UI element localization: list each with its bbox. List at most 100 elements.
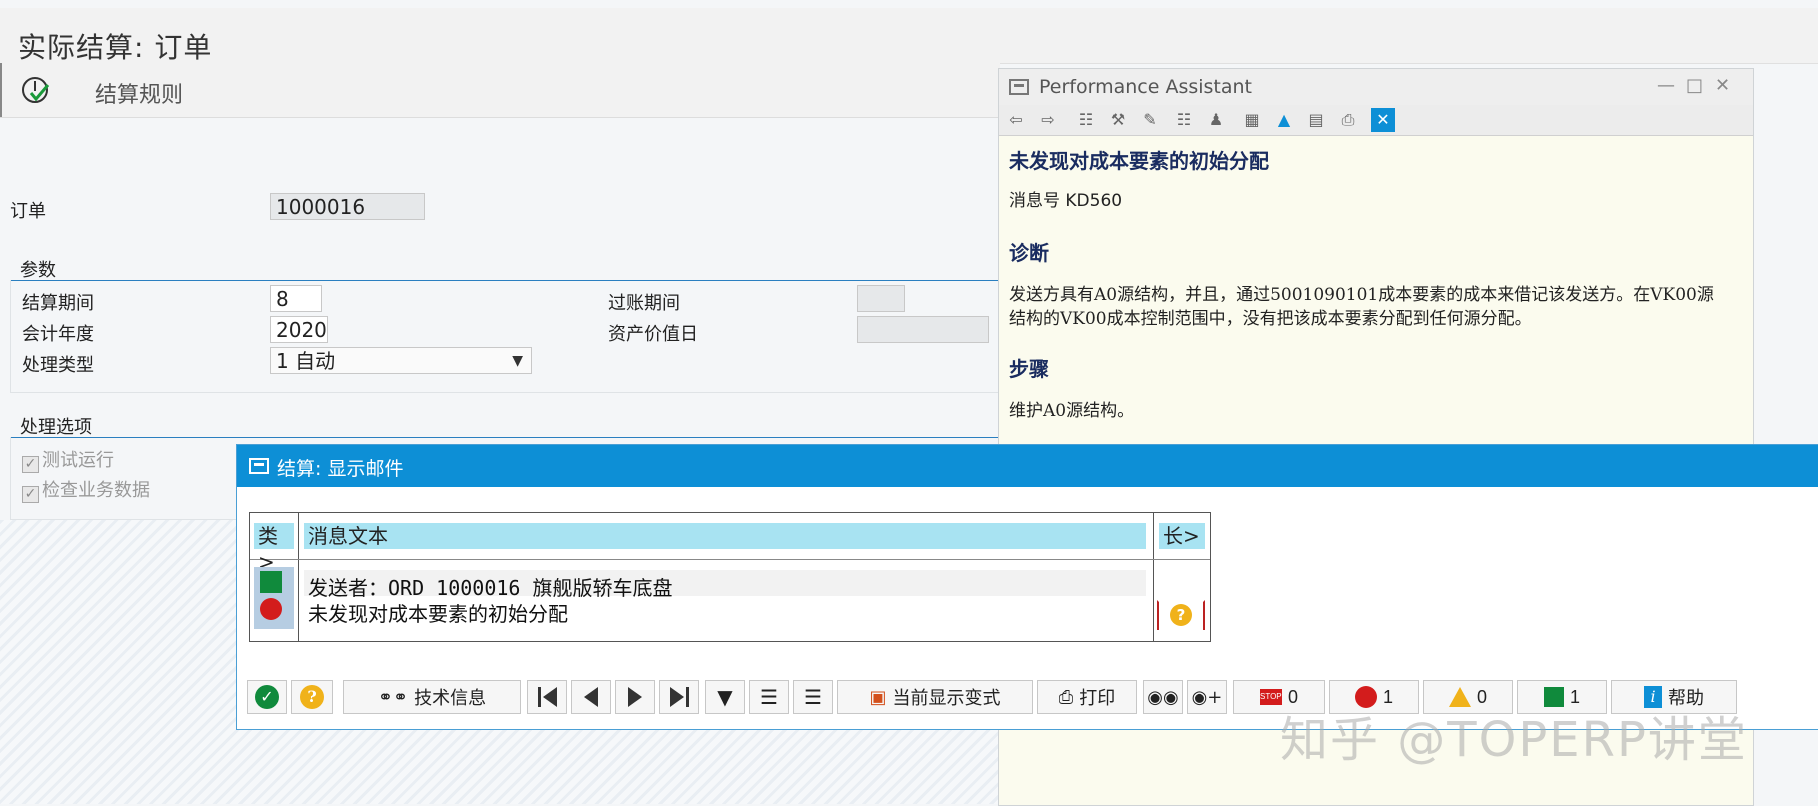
long-text-help-icon[interactable]: ?: [1170, 604, 1192, 626]
window-icon: [1009, 79, 1029, 95]
minimize-icon[interactable]: —: [1657, 75, 1675, 96]
pa-steps-text: 维护A0源结构。: [1009, 401, 1135, 421]
processing-type-label: 处理类型: [22, 355, 94, 376]
dialog-title: 结算: 显示邮件: [277, 458, 404, 480]
link-icon[interactable]: ☷: [1169, 108, 1199, 132]
dialog-title-bar: 结算: 显示邮件: [237, 445, 1818, 487]
question-icon: ?: [300, 685, 324, 709]
close-icon[interactable]: ✕: [1371, 108, 1395, 132]
glasses-icon: ⚭⚭: [377, 686, 409, 708]
layout-icon: ▣: [869, 686, 887, 708]
binoculars-icon: ◉◉: [1147, 686, 1179, 708]
confirm-button[interactable]: ✓: [247, 680, 287, 714]
fiscal-year-field[interactable]: 2020: [270, 316, 328, 343]
first-page-button[interactable]: [527, 680, 567, 714]
column-header-long[interactable]: 长>: [1159, 523, 1205, 549]
bar-icon: [685, 687, 689, 707]
check-circle-icon: ✓: [255, 685, 279, 709]
window-icon: [249, 458, 269, 474]
pa-heading: 未发现对成本要素的初始分配: [1009, 149, 1269, 173]
previous-icon: [584, 687, 598, 707]
tech-info-button[interactable]: ⚭⚭ 技术信息: [343, 680, 521, 714]
success-square-icon: [260, 571, 282, 593]
note-icon[interactable]: ▲: [1269, 108, 1299, 132]
pa-message-number: 消息号 KD560: [1009, 191, 1123, 211]
binoculars-plus-icon: ◉+: [1191, 686, 1223, 708]
title-bar: 实际结算: 订单: [0, 8, 1818, 64]
execute-icon[interactable]: [20, 75, 52, 107]
next-icon: [628, 687, 642, 707]
pa-title-bar: Performance Assistant — □ ✕: [999, 69, 1753, 105]
posting-period-label: 过账期间: [608, 293, 680, 314]
calendar-icon[interactable]: ▦: [1237, 108, 1267, 132]
posting-period-field[interactable]: [857, 285, 905, 312]
tools-icon[interactable]: ⚒: [1103, 108, 1133, 132]
message-table: 类> 消息文本 长> 发送者：ORD 1000016 旗舰版轿车底盘 未发现对成…: [249, 512, 1211, 642]
pa-steps-heading: 步骤: [1009, 357, 1049, 381]
print-label: 打印: [1079, 688, 1116, 709]
message-row-error[interactable]: 未发现对成本要素的初始分配: [308, 598, 568, 627]
current-layout-label: 当前显示变式: [892, 688, 1001, 709]
error-circle-icon: [260, 598, 282, 620]
previous-page-button[interactable]: [571, 680, 611, 714]
asset-value-date-label: 资产价值日: [608, 324, 698, 345]
sort-descending-icon: ☰: [804, 685, 822, 709]
user-icon[interactable]: ♟: [1201, 108, 1231, 132]
chevron-down-icon[interactable]: ▼: [512, 348, 523, 375]
message-row-sender: 发送者：ORD 1000016 旗舰版轿车底盘: [308, 576, 673, 600]
page-title: 实际结算: 订单: [18, 31, 213, 64]
settlement-rules-button[interactable]: 结算规则: [95, 77, 183, 109]
tech-info-label: 技术信息: [414, 688, 487, 709]
check-business-label: 检查业务数据: [42, 480, 150, 501]
pa-diagnosis-heading: 诊断: [1009, 241, 1049, 265]
params-group-title: 参数: [20, 260, 56, 281]
forward-arrow-icon[interactable]: ⇨: [1033, 108, 1063, 132]
checkbox-checked-icon: ✓: [22, 456, 39, 473]
pa-title: Performance Assistant: [1039, 76, 1252, 98]
pa-diagnosis-text: 发送方具有A0源结构，并且，通过5001090101成本要素的成本来借记该发送方…: [1009, 285, 1714, 329]
pa-toolbar: ⇦ ⇨ ☷ ⚒ ✎ ☷ ♟ ▦ ▲ ▤ ⎙ ✕: [999, 105, 1753, 136]
stop-icon: STOP: [1259, 689, 1282, 705]
header-divider: [250, 559, 1210, 560]
processing-type-select[interactable]: 1 自动 ▼: [270, 347, 532, 374]
bar-icon: [537, 687, 541, 707]
document-icon[interactable]: ▤: [1301, 108, 1331, 132]
column-divider: [298, 513, 299, 641]
last-icon: [669, 687, 684, 707]
message-dialog: 结算: 显示邮件 类> 消息文本 长> 发送者：ORD 1000016 旗舰版轿…: [236, 444, 1818, 730]
back-arrow-icon[interactable]: ⇦: [1001, 108, 1031, 132]
filter-button[interactable]: ▼: [705, 680, 745, 714]
help-button[interactable]: ?: [291, 680, 333, 714]
sort-descending-button[interactable]: ☰: [793, 680, 833, 714]
fiscal-year-label: 会计年度: [22, 324, 94, 345]
help-book-icon[interactable]: ☷: [1071, 108, 1101, 132]
sort-ascending-icon: ☰: [760, 685, 778, 709]
column-header-type[interactable]: 类>: [254, 523, 294, 574]
printer-icon: ⎙: [1058, 686, 1074, 708]
period-label: 结算期间: [22, 293, 94, 314]
print-icon[interactable]: ⎙: [1333, 108, 1363, 132]
asset-value-date-field[interactable]: [857, 316, 989, 343]
period-field[interactable]: 8: [270, 285, 322, 312]
find-button[interactable]: ◉◉: [1143, 680, 1183, 714]
test-run-checkbox[interactable]: ✓ 测试运行: [22, 446, 114, 473]
close-icon[interactable]: ✕: [1715, 75, 1730, 96]
order-label: 订单: [10, 201, 46, 222]
sort-ascending-button[interactable]: ☰: [749, 680, 789, 714]
current-layout-button[interactable]: ▣ 当前显示变式: [837, 680, 1033, 714]
first-icon: [542, 687, 557, 707]
maximize-icon[interactable]: □: [1686, 75, 1703, 96]
app-toolbar: 结算规则: [0, 63, 1000, 118]
column-header-text[interactable]: 消息文本: [304, 523, 1146, 549]
watermark: 知乎 @TOPERP讲堂: [1280, 712, 1748, 768]
last-page-button[interactable]: [659, 680, 699, 714]
print-button[interactable]: ⎙ 打印: [1037, 680, 1137, 714]
processing-type-value: 1 自动: [276, 349, 336, 373]
column-divider: [1153, 513, 1154, 641]
order-field[interactable]: 1000016: [270, 193, 425, 220]
edit-icon[interactable]: ✎: [1135, 108, 1165, 132]
find-next-button[interactable]: ◉+: [1187, 680, 1227, 714]
toolbar-separator: [0, 63, 2, 117]
next-page-button[interactable]: [615, 680, 655, 714]
check-business-checkbox[interactable]: ✓ 检查业务数据: [22, 476, 150, 503]
